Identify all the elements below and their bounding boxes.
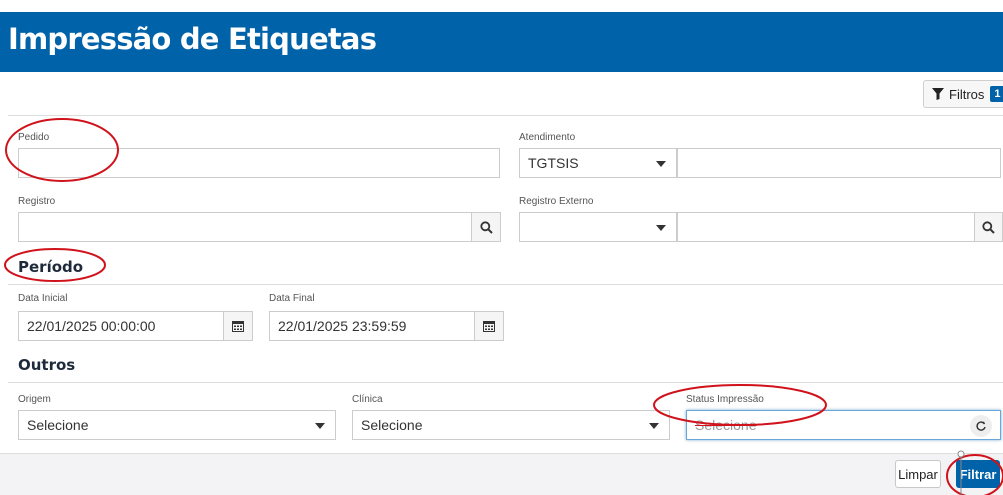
origem-value: Selecione: [27, 417, 89, 433]
limpar-button[interactable]: Limpar: [895, 460, 941, 488]
registro-externo-label: Registro Externo: [519, 196, 594, 207]
caret-down-icon: [649, 423, 659, 429]
status-impressao-input[interactable]: Selecione: [686, 410, 1001, 440]
registro-search-button[interactable]: [471, 212, 501, 242]
registro-externo-type-select[interactable]: [519, 212, 677, 242]
funnel-icon: [932, 88, 944, 100]
data-inicial-calendar-button[interactable]: [223, 311, 253, 341]
pedido-input[interactable]: [18, 148, 500, 178]
calendar-icon: [232, 321, 244, 332]
registro-externo-search-button[interactable]: [974, 212, 1003, 242]
data-final-input[interactable]: 22/01/2025 23:59:59: [269, 311, 475, 341]
data-final-label: Data Final: [269, 293, 315, 304]
calendar-icon: [483, 321, 495, 332]
outros-section-title: Outros: [18, 356, 76, 374]
filters-button[interactable]: Filtros 1: [923, 80, 1003, 108]
data-final-calendar-button[interactable]: [474, 311, 504, 341]
registro-externo-input[interactable]: [677, 212, 975, 242]
page-title: Impressão de Etiquetas: [8, 22, 377, 56]
refresh-icon[interactable]: [970, 415, 992, 437]
pedido-label: Pedido: [18, 132, 50, 143]
data-inicial-input[interactable]: 22/01/2025 00:00:00: [18, 311, 224, 341]
caret-down-icon: [656, 225, 666, 231]
registro-label: Registro: [18, 196, 56, 207]
search-icon: [479, 220, 493, 234]
clinica-value: Selecione: [361, 417, 423, 433]
periodo-section-title: Período: [18, 258, 84, 276]
caret-down-icon: [656, 161, 666, 167]
origem-label: Origem: [18, 394, 51, 405]
registro-input[interactable]: [18, 212, 472, 242]
filters-label: Filtros: [949, 86, 985, 102]
divider: [8, 115, 1003, 116]
atendimento-label: Atendimento: [519, 132, 576, 143]
clinica-select[interactable]: Selecione: [352, 410, 670, 440]
atendimento-input[interactable]: [677, 148, 1001, 178]
page-header: Impressão de Etiquetas: [0, 0, 1003, 72]
search-icon: [982, 220, 995, 234]
atendimento-type-value: TGTSIS: [528, 155, 579, 171]
status-impressao-placeholder: Selecione: [695, 417, 757, 433]
caret-down-icon: [315, 423, 325, 429]
filters-count-badge: 1: [990, 86, 1003, 102]
divider: [8, 284, 1003, 285]
footer-bar: [0, 453, 1003, 495]
data-inicial-label: Data Inicial: [18, 293, 68, 304]
status-impressao-label: Status Impressão: [686, 394, 764, 405]
atendimento-type-select[interactable]: TGTSIS: [519, 148, 677, 178]
divider: [8, 382, 1003, 383]
header-top-strip: [0, 0, 1003, 12]
clinica-label: Clínica: [352, 394, 383, 405]
filtrar-button[interactable]: Filtrar: [956, 460, 1000, 488]
origem-select[interactable]: Selecione: [18, 410, 336, 440]
